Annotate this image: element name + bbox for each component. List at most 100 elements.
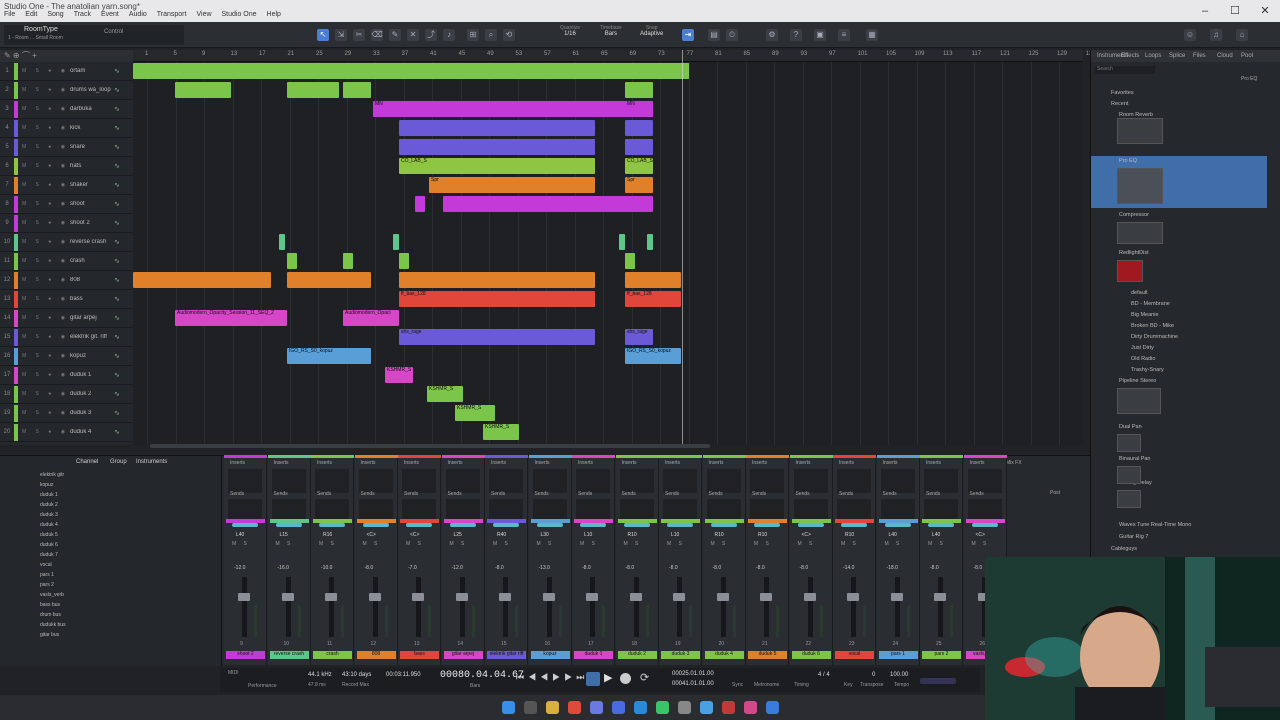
- volume-value[interactable]: -8.0: [626, 565, 635, 571]
- range-tool-icon[interactable]: ⇲: [335, 29, 347, 41]
- inserts-label[interactable]: Inserts: [317, 460, 332, 466]
- track-buttons[interactable]: M S ● ◉: [22, 68, 70, 74]
- inserts-label[interactable]: Inserts: [709, 460, 724, 466]
- event-clip[interactable]: [625, 82, 653, 98]
- console-list-item[interactable]: gitar bus: [40, 632, 120, 642]
- console-list-item[interactable]: kopuz: [40, 482, 120, 492]
- horizontal-scrollbar[interactable]: [150, 444, 710, 448]
- console-list-item[interactable]: duduk 2: [40, 502, 120, 512]
- track-name[interactable]: snare: [70, 144, 114, 150]
- record-button[interactable]: [620, 673, 631, 684]
- console-list-item[interactable]: duduk 3: [40, 512, 120, 522]
- pan-value[interactable]: L40: [889, 532, 897, 538]
- console-list-item[interactable]: elektrik gitr: [40, 472, 120, 482]
- sends-slot[interactable]: [576, 499, 610, 521]
- rewind-icon[interactable]: ◀◀: [528, 672, 552, 682]
- event-clip[interactable]: [343, 82, 371, 98]
- inserts-label[interactable]: Inserts: [665, 460, 680, 466]
- pan-value[interactable]: L10: [584, 532, 592, 538]
- sends-slot[interactable]: [489, 499, 523, 521]
- fader-knob[interactable]: [803, 593, 816, 601]
- event-clip[interactable]: [415, 196, 425, 212]
- fader-knob[interactable]: [368, 593, 381, 601]
- telegram-icon[interactable]: [634, 701, 647, 714]
- arrangement-view[interactable]: MN MN CO_LAB_S CO_LAB_S Spr Spr ff_bas_128 ff_b…: [133, 62, 1083, 445]
- volume-value[interactable]: -8.0: [713, 565, 722, 571]
- instruments-tab[interactable]: Instruments: [136, 459, 167, 465]
- volume-value[interactable]: -8.0: [800, 565, 809, 571]
- sends-label[interactable]: Sends: [317, 491, 331, 497]
- fader-knob[interactable]: [499, 593, 511, 601]
- browser-item[interactable]: Guitar Rig 7: [1119, 534, 1148, 540]
- mute-solo[interactable]: M S: [624, 541, 642, 547]
- inserts-slot[interactable]: [576, 469, 610, 493]
- track-header[interactable]: 13 M S ● ◉ bass ∿: [0, 290, 133, 309]
- console-list-item[interactable]: dudukk bus: [40, 622, 120, 632]
- track-buttons[interactable]: M S ● ◉: [22, 410, 70, 416]
- quantize-value[interactable]: 1/16: [560, 31, 580, 37]
- event-clip[interactable]: KSHMR_S: [455, 405, 495, 421]
- pan-value[interactable]: <C>: [410, 532, 419, 538]
- close-icon[interactable]: ✕: [1250, 0, 1280, 22]
- browser-item[interactable]: Binaural Pan: [1119, 456, 1151, 462]
- event-clip[interactable]: [619, 234, 625, 250]
- pan-value[interactable]: L15: [280, 532, 288, 538]
- file-explorer-icon[interactable]: [546, 701, 559, 714]
- track-buttons[interactable]: M S ● ◉: [22, 334, 70, 340]
- inserts-label[interactable]: Inserts: [404, 460, 419, 466]
- sends-label[interactable]: Sends: [578, 491, 592, 497]
- menu-studio-one[interactable]: Studio One: [222, 11, 257, 22]
- track-buttons[interactable]: M S ● ◉: [22, 429, 70, 435]
- sends-label[interactable]: Sends: [839, 491, 853, 497]
- track-name[interactable]: shoot: [70, 201, 114, 207]
- browser-item[interactable]: Dual Pan: [1119, 424, 1142, 430]
- sends-label[interactable]: Sends: [404, 491, 418, 497]
- event-clip[interactable]: [443, 196, 653, 212]
- fader-knob[interactable]: [673, 593, 685, 601]
- pan-value[interactable]: R16: [323, 532, 332, 538]
- event-clip[interactable]: [625, 272, 681, 288]
- channel-name[interactable]: elektrik gitar riff: [487, 651, 526, 659]
- browser-item[interactable]: Just Dirty: [1131, 345, 1154, 351]
- metronome-icon[interactable]: ⏲: [726, 29, 738, 41]
- track-header[interactable]: 11 M S ● ◉ crash ∿: [0, 252, 133, 271]
- loop-end[interactable]: 00041.01.01.00: [672, 681, 714, 687]
- mute-solo[interactable]: M S: [928, 541, 946, 547]
- channel-name[interactable]: reverse crash: [269, 651, 309, 659]
- event-clip[interactable]: Audiomodern_Opaci: [343, 310, 399, 326]
- console-list-item[interactable]: duduk 7: [40, 552, 120, 562]
- fader-knob[interactable]: [281, 593, 294, 601]
- track-name[interactable]: 808: [70, 277, 114, 283]
- sends-slot[interactable]: [445, 499, 480, 521]
- sends-slot[interactable]: [271, 499, 306, 521]
- pan-value[interactable]: L30: [541, 532, 549, 538]
- browser-item[interactable]: Recent: [1111, 101, 1128, 107]
- inserts-label[interactable]: Inserts: [578, 460, 593, 466]
- track-name[interactable]: kopuz: [70, 353, 114, 359]
- user-icon[interactable]: ☺: [1184, 29, 1196, 41]
- inserts-label[interactable]: Inserts: [926, 460, 941, 466]
- event-clip[interactable]: [287, 82, 339, 98]
- menu-event[interactable]: Event: [101, 11, 119, 22]
- mute-solo[interactable]: M S: [885, 541, 903, 547]
- app-icon-2[interactable]: [678, 701, 691, 714]
- fader-knob[interactable]: [847, 593, 859, 601]
- event-clip[interactable]: [647, 234, 653, 250]
- sends-slot[interactable]: [315, 499, 349, 521]
- sends-label[interactable]: Sends: [491, 491, 505, 497]
- event-clip[interactable]: [399, 272, 595, 288]
- discord-icon[interactable]: [590, 701, 603, 714]
- inserts-slot[interactable]: [619, 469, 654, 493]
- track-name[interactable]: bass: [70, 296, 114, 302]
- fader-knob[interactable]: [455, 593, 468, 601]
- stop-button[interactable]: [586, 672, 600, 686]
- mute-solo[interactable]: M S: [493, 541, 511, 547]
- preset-box[interactable]: RoomType 1 - Room ... Small Room Control: [4, 25, 184, 45]
- event-clip[interactable]: [287, 253, 297, 269]
- inserts-slot[interactable]: [402, 469, 436, 493]
- mute-solo[interactable]: M S: [754, 541, 772, 547]
- track-name[interactable]: duduk 2: [70, 391, 114, 397]
- console-list-item[interactable]: vasls_verb: [40, 592, 120, 602]
- group-tab[interactable]: Group: [110, 459, 127, 465]
- timeline-ruler[interactable]: 1 5 9 13 17 21 25 29 33 37 41 45 49 53 57 61 65 69 73 77 81 8…: [133, 50, 1096, 62]
